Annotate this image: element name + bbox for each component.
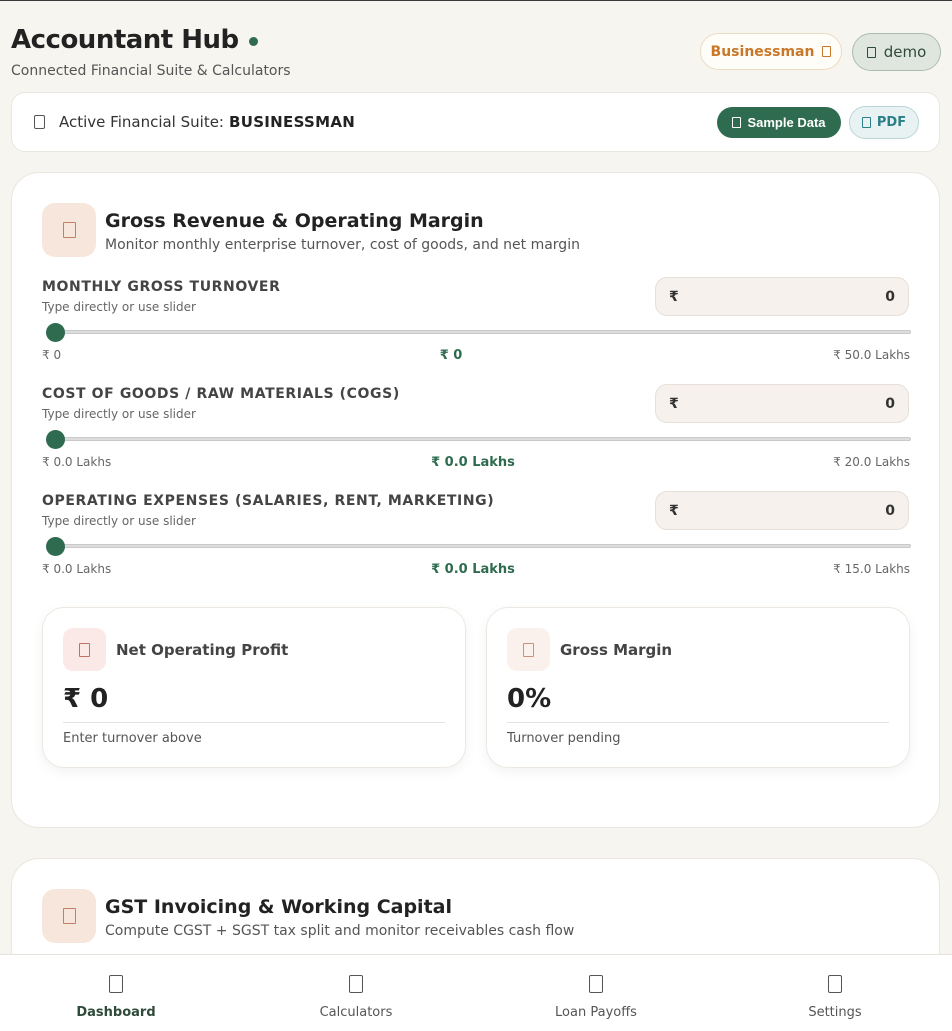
nav-label: Calculators (319, 1005, 393, 1020)
opex-input[interactable]: ₹ 0 (655, 491, 909, 530)
turnover-slider[interactable] (47, 330, 911, 334)
opex-label: OPERATING EXPENSES (SALARIES, RENT, MARK… (42, 493, 495, 509)
divider (63, 722, 445, 723)
card-description: Compute CGST + SGST tax split and monito… (105, 923, 575, 939)
stat-title: Gross Margin (560, 641, 673, 659)
profit-icon (63, 628, 106, 671)
gross-margin-card: Gross Margin 0% Turnover pending (486, 607, 910, 768)
calculator-icon (349, 975, 363, 993)
turnover-input[interactable]: ₹ 0 (655, 277, 909, 316)
sample-data-icon (732, 117, 742, 128)
settings-icon (828, 975, 842, 993)
opex-range-current: ₹ 0.0 Lakhs (431, 562, 515, 577)
rupee-icon: ₹ (669, 502, 679, 519)
stat-note: Turnover pending (507, 731, 621, 746)
revenue-icon (42, 203, 96, 257)
suite-name: BUSINESSMAN (228, 113, 356, 131)
cogs-value: 0 (885, 395, 895, 412)
suite-label: Active Financial Suite: BUSINESSMAN (59, 113, 356, 131)
user-icon (866, 46, 876, 58)
sample-data-button[interactable]: Sample Data (717, 107, 841, 138)
stat-title: Net Operating Profit (116, 641, 289, 659)
turnover-label: MONTHLY GROSS TURNOVER (42, 279, 281, 295)
rupee-icon: ₹ (669, 288, 679, 305)
suite-icon (34, 115, 45, 129)
nav-settings[interactable]: Settings (765, 955, 905, 1031)
cogs-range-max: ₹ 20.0 Lakhs (833, 455, 910, 469)
turnover-range-min: ₹ 0 (42, 348, 62, 362)
stat-note: Enter turnover above (63, 731, 202, 746)
divider (507, 722, 889, 723)
online-status-dot (248, 36, 258, 46)
net-profit-card: Net Operating Profit ₹ 0 Enter turnover … (42, 607, 466, 768)
opex-hint: Type directly or use slider (42, 514, 196, 528)
nav-label: Settings (808, 1005, 862, 1020)
user-name: demo (883, 43, 927, 61)
cogs-label: COST OF GOODS / RAW MATERIALS (COGS) (42, 386, 400, 402)
nav-dashboard[interactable]: Dashboard (46, 955, 186, 1031)
app-header: Accountant Hub Connected Financial Suite… (11, 25, 291, 79)
cogs-range-current: ₹ 0.0 Lakhs (431, 455, 515, 470)
turnover-range-max: ₹ 50.0 Lakhs (833, 348, 910, 362)
turnover-hint: Type directly or use slider (42, 300, 196, 314)
gross-revenue-card: Gross Revenue & Operating Margin Monitor… (11, 172, 940, 828)
turnover-slider-thumb[interactable] (46, 323, 65, 342)
role-badge-button[interactable]: Businessman (700, 33, 842, 70)
margin-icon (507, 628, 550, 671)
card-title: GST Invoicing & Working Capital (105, 896, 452, 918)
opex-value: 0 (885, 502, 895, 519)
app-subtitle: Connected Financial Suite & Calculators (11, 63, 291, 79)
pdf-export-button[interactable]: PDF (849, 106, 919, 139)
dashboard-icon (109, 975, 123, 993)
cogs-range-min: ₹ 0.0 Lakhs (42, 455, 112, 469)
cogs-input[interactable]: ₹ 0 (655, 384, 909, 423)
card-description: Monitor monthly enterprise turnover, cos… (105, 237, 580, 253)
turnover-range-current: ₹ 0 (439, 348, 463, 363)
opex-slider[interactable] (47, 544, 911, 548)
user-account-button[interactable]: demo (852, 33, 941, 71)
app-title: Accountant Hub (11, 25, 291, 55)
cogs-slider-thumb[interactable] (46, 430, 65, 449)
pdf-icon (861, 117, 871, 128)
bottom-navigation: Dashboard Calculators Loan Payoffs Setti… (0, 954, 952, 1031)
stat-value: 0% (507, 684, 552, 714)
stat-value: ₹ 0 (63, 684, 109, 714)
opex-slider-thumb[interactable] (46, 537, 65, 556)
nav-loan-payoffs[interactable]: Loan Payoffs (526, 955, 666, 1031)
active-suite-bar: Active Financial Suite: BUSINESSMAN Sampl… (11, 92, 940, 152)
role-badge-label: Businessman (710, 43, 815, 60)
gst-icon (42, 889, 96, 943)
opex-range-max: ₹ 15.0 Lakhs (833, 562, 910, 576)
loan-icon (589, 975, 603, 993)
nav-label: Loan Payoffs (555, 1005, 637, 1020)
rupee-icon: ₹ (669, 395, 679, 412)
briefcase-icon (822, 46, 832, 57)
cogs-slider[interactable] (47, 437, 911, 441)
cogs-hint: Type directly or use slider (42, 407, 196, 421)
nav-calculators[interactable]: Calculators (286, 955, 426, 1031)
card-title: Gross Revenue & Operating Margin (105, 210, 484, 232)
nav-label: Dashboard (76, 1005, 156, 1020)
turnover-value: 0 (885, 288, 895, 305)
opex-range-min: ₹ 0.0 Lakhs (42, 562, 112, 576)
